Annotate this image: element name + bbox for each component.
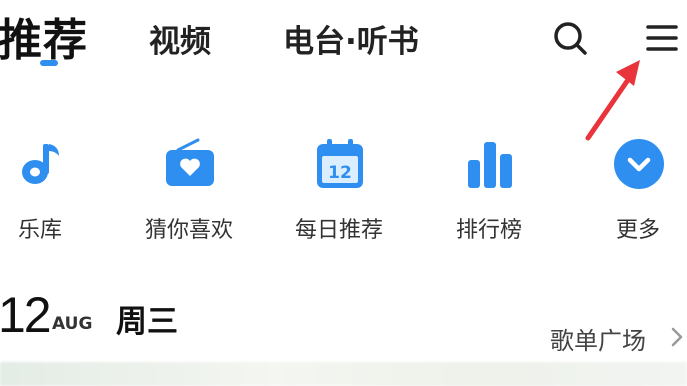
search-icon[interactable] [552,20,588,56]
date-month: AUG [52,314,93,334]
shortcut-daily-recommend[interactable]: 12 每日推荐 [279,138,399,248]
daily-date-header: 12 AUG 周三 歌单广场 [0,286,687,356]
chevron-right-icon[interactable] [670,326,684,348]
calendar-day-text: 12 [328,163,352,183]
shortcut-leaderboard[interactable]: 排行榜 [429,138,549,248]
shortcut-music-library[interactable]: 乐库 [0,138,100,248]
shortcut-label: 排行榜 [455,218,522,243]
active-tab-indicator [40,60,58,66]
music-note-icon [22,144,59,184]
chevron-down-circle-icon [614,139,664,189]
shortcut-label: 乐库 [17,218,62,243]
chart-bars-icon [468,142,512,188]
tab-recommend[interactable]: 推荐 [0,4,88,68]
shortcut-label: 每日推荐 [294,218,383,243]
radio-heart-icon [166,138,214,186]
content-preview-edge [0,362,687,386]
menu-icon[interactable] [644,22,680,54]
calendar-icon: 12 [317,139,363,188]
shortcut-label: 猜你喜欢 [144,218,233,243]
date-weekday: 周三 [116,304,178,340]
shortcut-guess-you-like[interactable]: 猜你喜欢 [129,138,249,248]
tab-video[interactable]: 视频 [149,16,211,61]
red-arrow-annotation-icon [585,60,640,141]
date-day: 12 [0,287,52,343]
tab-radio-audiobook[interactable]: 电台·听书 [283,16,419,61]
shortcut-label: 更多 [615,218,660,243]
shortcut-more[interactable]: 更多 [578,138,687,248]
playlist-square-link[interactable]: 歌单广场 [550,321,646,356]
